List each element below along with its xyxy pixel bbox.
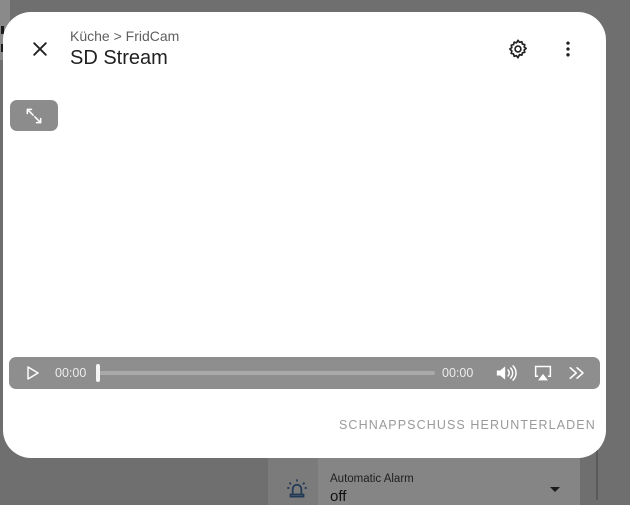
duration: 00:00 — [442, 366, 474, 380]
breadcrumb: Küche > FridCam — [70, 28, 180, 44]
fullscreen-expand-icon — [26, 108, 42, 123]
dialog-title: SD Stream — [70, 47, 168, 69]
progress-thumb[interactable] — [96, 364, 100, 382]
alarm-light-icon — [287, 479, 307, 498]
airplay-button[interactable] — [530, 357, 556, 389]
more-options-button[interactable] — [552, 33, 584, 65]
background-divider — [596, 445, 598, 500]
close-button[interactable] — [24, 33, 56, 65]
more-vertical-icon — [566, 41, 570, 57]
volume-button[interactable] — [491, 357, 521, 389]
close-icon — [33, 42, 47, 56]
volume-icon — [496, 365, 517, 381]
play-button[interactable] — [19, 357, 45, 389]
video-stream[interactable] — [9, 98, 600, 392]
progress-bar[interactable] — [98, 371, 435, 375]
fast-forward-icon — [569, 367, 584, 379]
current-time: 00:00 — [55, 366, 87, 380]
download-snapshot-button[interactable]: SCHNAPPSCHUSS HERUNTERLADEN — [339, 418, 596, 432]
gear-icon — [509, 39, 527, 59]
play-icon — [27, 366, 39, 380]
camera-dialog: Küche > FridCam SD Stream 00:00 00:00 SC… — [3, 12, 606, 458]
background-entity-value: off — [330, 488, 347, 505]
chevron-down-icon — [550, 487, 560, 492]
background-entity-label: Automatic Alarm — [330, 473, 414, 485]
fullscreen-button[interactable] — [10, 100, 58, 131]
airplay-icon — [534, 365, 552, 381]
settings-button[interactable] — [502, 33, 534, 65]
video-controls: 00:00 00:00 — [9, 357, 600, 389]
fast-forward-button[interactable] — [564, 357, 590, 389]
